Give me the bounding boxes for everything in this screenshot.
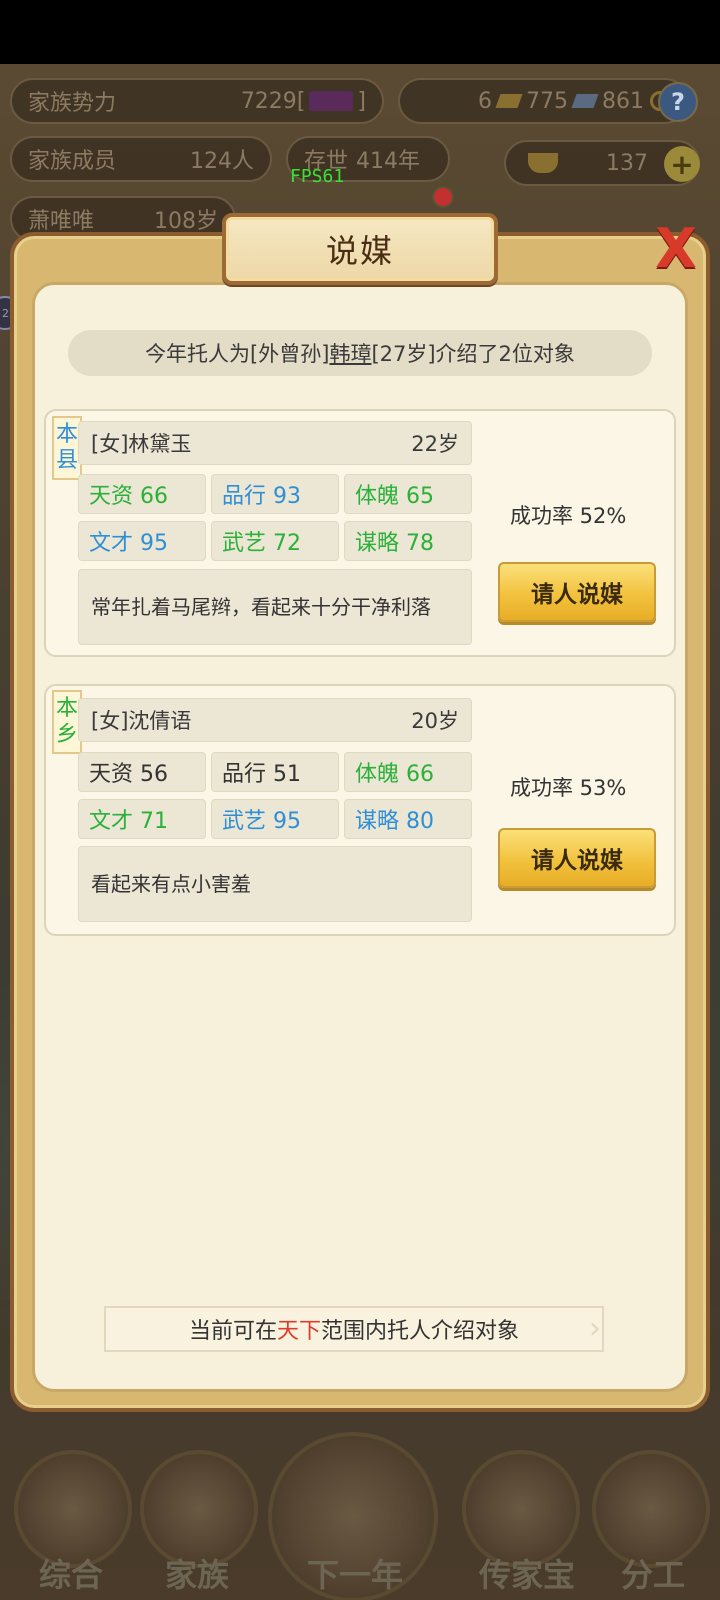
ingot-icon (528, 153, 558, 173)
scope-prefix: 当前可在 (188, 1319, 277, 1344)
stat-martial: 武艺 95 (211, 799, 339, 839)
candidate-namebar: [女]林黛玉 22岁 (78, 421, 472, 465)
screen: 家族势力 7229 [ ] 6 775 861 ? 家族成员 124人 存世 4… (0, 0, 720, 1600)
scope-highlight: 天下 (276, 1319, 321, 1344)
fps-counter: FPS61 (290, 166, 345, 187)
region-tag-char: 本 (55, 696, 78, 721)
nav-label-heirloom[interactable]: 传家宝 (462, 1550, 592, 1596)
scope-suffix: 范围内托人介绍对象 (321, 1319, 520, 1344)
family-power-label: 家族势力 (28, 91, 117, 116)
stat-strategy: 谋略 78 (344, 521, 472, 561)
request-matchmaking-button[interactable]: 请人说媒 (498, 562, 656, 622)
family-members-pill[interactable]: 家族成员 124人 (10, 136, 272, 182)
currency-value-2: 775 (526, 88, 568, 114)
stat-literary: 文才 71 (78, 799, 206, 839)
existence-value: 414年 (356, 149, 421, 174)
matchmaking-notice: 今年托人为[外曾孙] 韩璋 [27岁]介绍了2位对象 (68, 330, 652, 376)
candidate-age: 20岁 (411, 709, 459, 733)
close-icon[interactable]: X (648, 218, 704, 280)
silver-bar-icon (571, 94, 599, 108)
patriarch-name: 萧唯唯 (28, 209, 95, 234)
success-rate: 成功率 53% (510, 776, 627, 800)
currency-pill: 6 775 861 (398, 78, 688, 124)
stat-literary: 文才 95 (78, 521, 206, 561)
stat-physique: 体魄 65 (344, 474, 472, 514)
notice-prefix: 今年托人为[外曾孙] (145, 342, 330, 366)
success-rate: 成功率 52% (510, 504, 627, 528)
notification-dot (432, 186, 454, 208)
family-power-badge-close: ] (357, 88, 366, 114)
request-matchmaking-button[interactable]: 请人说媒 (498, 828, 656, 888)
nav-label-family[interactable]: 家族 (132, 1550, 262, 1596)
candidate-description: 常年扎着马尾辫，看起来十分干净利落 (78, 569, 472, 645)
banner-right-cap-icon: › (589, 1311, 601, 1346)
region-tag-char: 乡 (55, 722, 78, 747)
currency-value-1: 6 (478, 88, 492, 114)
dialog-title: 说媒 (325, 232, 394, 270)
candidate-name: [女]林黛玉 (91, 432, 192, 456)
nav-label-next-year[interactable]: 下一年 (290, 1550, 420, 1596)
candidate-age: 22岁 (411, 432, 459, 456)
stat-talent: 天资 66 (78, 474, 206, 514)
notice-person-link[interactable]: 韩璋 (329, 338, 371, 368)
stat-conduct: 品行 93 (211, 474, 339, 514)
scope-info-banner: 当前可在 天下 范围内托人介绍对象 (104, 1306, 604, 1352)
stat-conduct: 品行 51 (211, 752, 339, 792)
add-gold-button[interactable]: + (664, 146, 700, 182)
gold-bar-icon (495, 94, 523, 108)
nav-label-general[interactable]: 综合 (6, 1550, 136, 1596)
stat-strategy: 谋略 80 (344, 799, 472, 839)
stat-physique: 体魄 66 (344, 752, 472, 792)
patriarch-age: 108岁 (154, 209, 218, 234)
notice-suffix: [27岁]介绍了2位对象 (371, 342, 575, 366)
stat-martial: 武艺 72 (211, 521, 339, 561)
candidate-description: 看起来有点小害羞 (78, 846, 472, 922)
nav-label-division[interactable]: 分工 (588, 1550, 718, 1596)
family-members-value: 124人 (190, 149, 254, 174)
dialog-title-plate: 说媒 (222, 213, 498, 285)
family-members-label: 家族成员 (28, 149, 117, 174)
stat-talent: 天资 56 (78, 752, 206, 792)
family-power-badge (309, 91, 354, 111)
status-bar (0, 0, 720, 64)
gold-value: 137 (606, 150, 648, 176)
family-power-badge-open: [ (296, 88, 306, 114)
help-button[interactable]: ? (658, 82, 698, 122)
candidate-namebar: [女]沈倩语 20岁 (78, 698, 472, 742)
currency-value-3: 861 (602, 88, 644, 114)
family-power-pill[interactable]: 家族势力 7229 [ ] (10, 78, 384, 124)
family-power-value: 7229 (240, 88, 297, 114)
region-tag-char: 本 (55, 422, 78, 447)
region-tag-char: 县 (55, 448, 78, 473)
candidate-name: [女]沈倩语 (91, 709, 192, 733)
